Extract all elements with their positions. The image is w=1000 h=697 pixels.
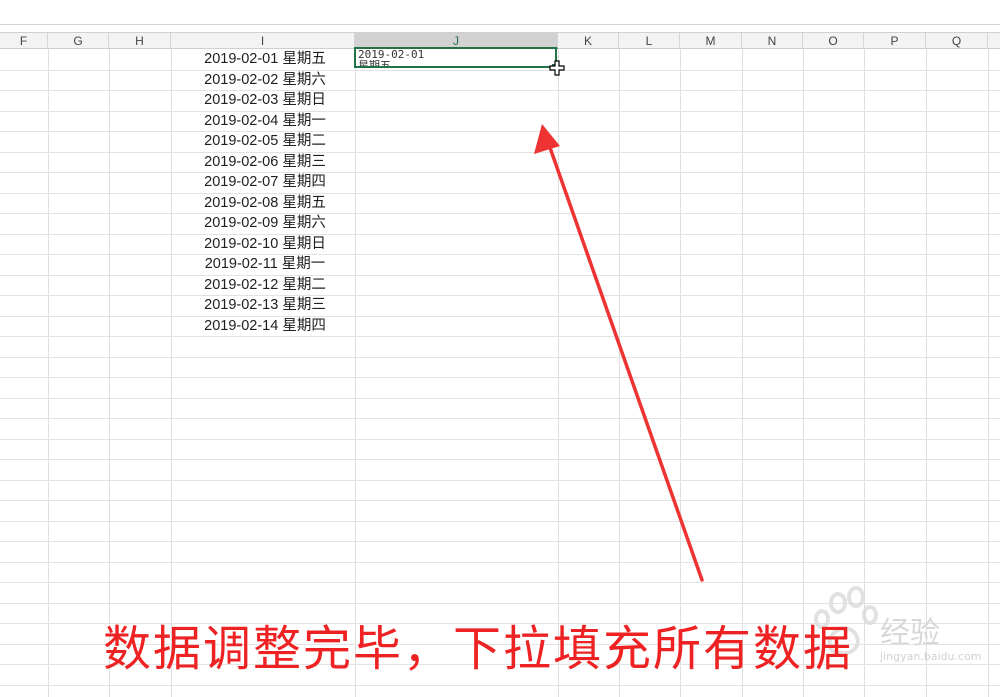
active-cell-line-2: 星期五 [358,59,391,68]
column-header-p[interactable]: P [864,33,926,49]
grid-hline [0,357,1000,358]
fill-cursor-icon [549,60,565,76]
column-header-n[interactable]: N [742,33,803,49]
grid-hline [0,172,1000,173]
grid-hline [0,439,1000,440]
grid-hline [0,377,1000,378]
column-header-o[interactable]: O [803,33,864,49]
cell-i10[interactable]: 2019-02-10 星期日 [172,234,358,254]
column-header-k[interactable]: K [558,33,619,49]
cell-i9[interactable]: 2019-02-09 星期六 [172,213,358,233]
column-header-m[interactable]: M [680,33,742,49]
formula-bar[interactable] [0,0,1000,25]
grid-hline [0,336,1000,337]
grid-hline [0,316,1000,317]
grid-hline [0,521,1000,522]
cell-i1[interactable]: 2019-02-01 星期五 [172,49,358,69]
grid-hline [0,459,1000,460]
grid-hline [0,111,1000,112]
grid-hline [0,418,1000,419]
cell-i6[interactable]: 2019-02-06 星期三 [172,152,358,172]
grid-vline [109,49,110,697]
cell-i12[interactable]: 2019-02-12 星期二 [172,275,358,295]
grid-hline [0,193,1000,194]
column-header-h[interactable]: H [109,33,171,49]
grid-hline [0,398,1000,399]
grid-vline [742,49,743,697]
grid-hline [0,254,1000,255]
grid-hline [0,562,1000,563]
cell-i3[interactable]: 2019-02-03 星期日 [172,90,358,110]
column-header-i[interactable]: I [171,33,355,49]
grid-hline [0,295,1000,296]
cell-i13[interactable]: 2019-02-13 星期三 [172,295,358,315]
cell-i5[interactable]: 2019-02-05 星期二 [172,131,358,151]
cell-i2[interactable]: 2019-02-02 星期六 [172,70,358,90]
grid-hline [0,152,1000,153]
grid-hline [0,213,1000,214]
cell-i11[interactable]: 2019-02-11 星期一 [172,254,358,274]
column-header-g[interactable]: G [48,33,109,49]
cell-i14[interactable]: 2019-02-14 星期四 [172,316,358,336]
grid-hline [0,90,1000,91]
column-header-q[interactable]: Q [926,33,988,49]
cell-i7[interactable]: 2019-02-07 星期四 [172,172,358,192]
active-cell-j1[interactable]: 2019-02-01 星期五 [354,47,557,68]
grid-hline [0,275,1000,276]
column-header-l[interactable]: L [619,33,680,49]
grid-hline [0,131,1000,132]
grid-hline [0,480,1000,481]
annotation-arrow [534,124,704,582]
grid-hline [0,541,1000,542]
grid-hline [0,500,1000,501]
grid-hline [0,582,1000,583]
grid-hline [0,234,1000,235]
tutorial-caption: 数据调整完毕，下拉填充所有数据 [103,621,854,677]
column-header-f[interactable]: F [0,33,48,49]
cell-i4[interactable]: 2019-02-04 星期一 [172,111,358,131]
grid-vline [48,49,49,697]
grid-hline [0,70,1000,71]
cell-i8[interactable]: 2019-02-08 星期五 [172,193,358,213]
